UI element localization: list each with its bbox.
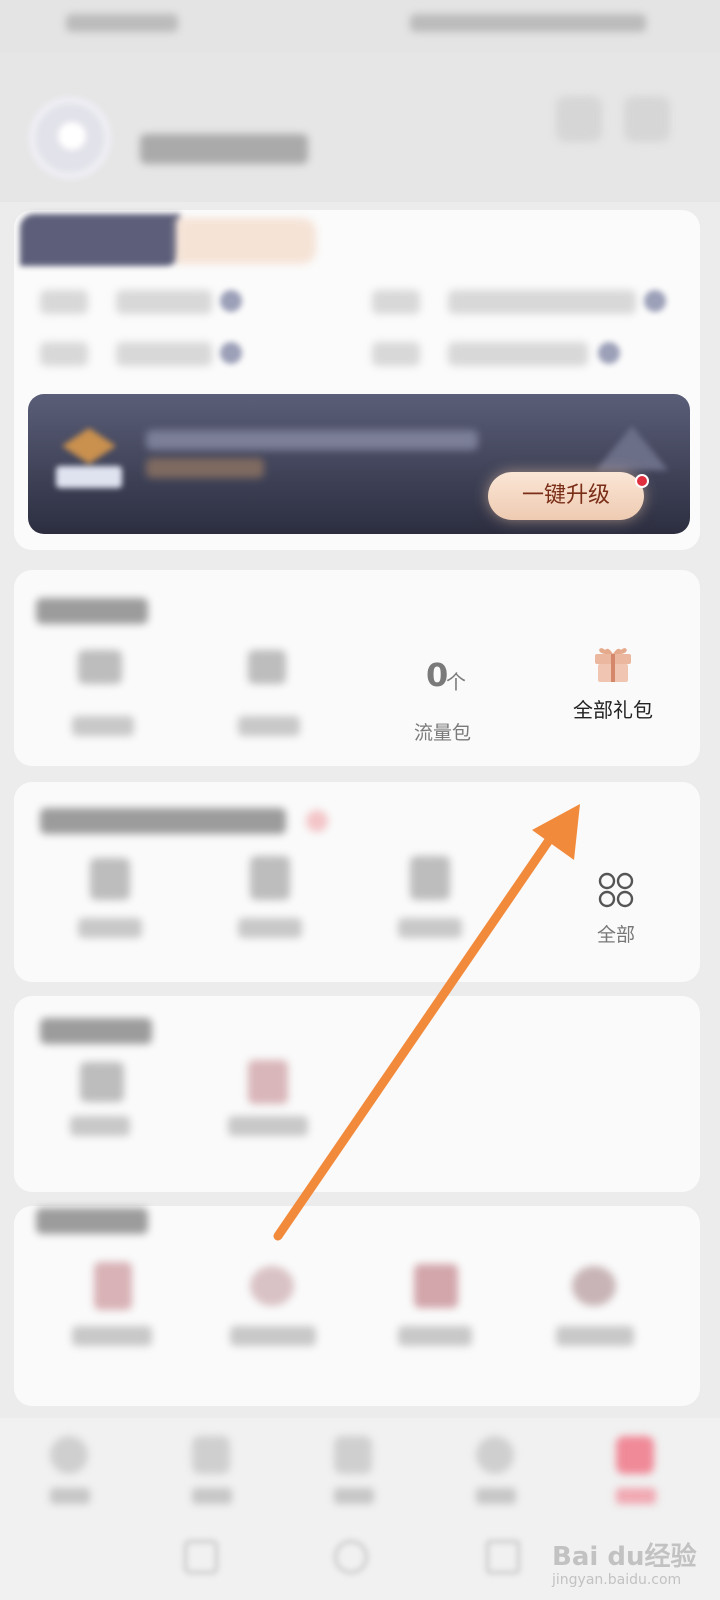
all-services-button[interactable]: 全部 bbox=[584, 870, 648, 947]
plan-row-value bbox=[448, 342, 588, 366]
status-bar bbox=[0, 0, 720, 52]
badge-icon bbox=[306, 810, 328, 832]
info-icon[interactable] bbox=[220, 290, 242, 312]
feature-label bbox=[230, 1326, 316, 1346]
service-label bbox=[238, 918, 302, 938]
service-icon[interactable] bbox=[90, 858, 130, 900]
plan-row-label bbox=[372, 342, 420, 366]
info-icon[interactable] bbox=[644, 290, 666, 312]
status-icons bbox=[410, 14, 646, 32]
upgrade-button[interactable]: 一键升级 bbox=[488, 472, 644, 520]
section-title-services bbox=[40, 808, 286, 834]
traffic-pack-unit: 个 bbox=[446, 670, 466, 694]
all-gifts-label: 全部礼包 bbox=[573, 698, 653, 722]
section-title-gifts bbox=[36, 598, 148, 624]
tab-shop-icon[interactable] bbox=[334, 1436, 372, 1474]
info-icon[interactable] bbox=[598, 342, 620, 364]
all-services-label: 全部 bbox=[596, 924, 635, 946]
recent-apps-icon[interactable] bbox=[184, 1540, 218, 1574]
plan-row-value bbox=[448, 290, 636, 314]
service-icon[interactable] bbox=[250, 856, 290, 900]
tab-service-label[interactable] bbox=[192, 1488, 232, 1504]
user-nickname bbox=[140, 134, 308, 164]
service-label bbox=[78, 918, 142, 938]
cart-icon[interactable] bbox=[80, 1062, 124, 1102]
gift-label-blurred bbox=[238, 716, 300, 736]
tab-home-icon[interactable] bbox=[50, 1436, 88, 1474]
plan-row-value bbox=[116, 342, 212, 366]
settings-icon[interactable] bbox=[556, 96, 602, 142]
gift-count-blurred[interactable] bbox=[248, 650, 286, 684]
watermark-brand: Bai du经验 bbox=[552, 1542, 697, 1572]
plan-tag-extra bbox=[176, 218, 316, 264]
feature-icon[interactable] bbox=[94, 1262, 132, 1310]
traffic-pack-label[interactable]: 流量包 bbox=[414, 718, 471, 745]
message-icon[interactable] bbox=[624, 96, 670, 142]
tab-home-label[interactable] bbox=[50, 1488, 90, 1504]
feature-label bbox=[72, 1326, 152, 1346]
home-icon[interactable] bbox=[334, 1540, 368, 1574]
feature-label bbox=[398, 1326, 472, 1346]
service-icon[interactable] bbox=[410, 856, 450, 900]
section-title-more bbox=[36, 1208, 148, 1234]
watermark-url: jingyan.baidu.com bbox=[552, 1572, 682, 1588]
avatar[interactable] bbox=[28, 96, 112, 180]
tab-mine-icon[interactable] bbox=[616, 1436, 654, 1474]
notification-dot bbox=[635, 474, 649, 488]
order-status-icon[interactable] bbox=[248, 1060, 288, 1104]
plan-tag bbox=[20, 214, 180, 266]
gift-label-blurred bbox=[72, 716, 134, 736]
grid-icon bbox=[598, 872, 634, 908]
feature-icon[interactable] bbox=[250, 1266, 294, 1306]
gift-icon bbox=[595, 648, 631, 682]
all-gifts-button[interactable]: 全部礼包 bbox=[568, 642, 658, 742]
plan-row-label bbox=[40, 342, 88, 366]
vip-badge-icon bbox=[52, 422, 126, 492]
plan-row-label bbox=[372, 290, 420, 314]
gift-count-blurred[interactable] bbox=[78, 650, 122, 684]
tab-shop-label[interactable] bbox=[334, 1488, 374, 1504]
traffic-pack-count[interactable]: 0 bbox=[426, 656, 448, 694]
service-label bbox=[398, 918, 462, 938]
orders-label bbox=[70, 1116, 130, 1136]
tab-mine-label[interactable] bbox=[616, 1488, 656, 1504]
feature-icon[interactable] bbox=[414, 1264, 458, 1308]
tab-service-icon[interactable] bbox=[192, 1436, 230, 1474]
feature-icon[interactable] bbox=[572, 1266, 616, 1306]
chevron-up-icon bbox=[596, 426, 668, 470]
status-time bbox=[66, 14, 178, 32]
watermark: Bai du经验 jingyan.baidu.com bbox=[552, 1532, 696, 1592]
feature-label bbox=[556, 1326, 634, 1346]
vip-subtext bbox=[146, 458, 264, 478]
section-title-orders bbox=[40, 1018, 152, 1044]
vip-benefits-text bbox=[146, 430, 478, 450]
tab-discover-label[interactable] bbox=[476, 1488, 516, 1504]
tab-discover-icon[interactable] bbox=[476, 1436, 514, 1474]
orders-label bbox=[228, 1116, 308, 1136]
plan-row-value bbox=[116, 290, 212, 314]
plan-row-label bbox=[40, 290, 88, 314]
info-icon[interactable] bbox=[220, 342, 242, 364]
back-icon[interactable] bbox=[486, 1540, 520, 1574]
